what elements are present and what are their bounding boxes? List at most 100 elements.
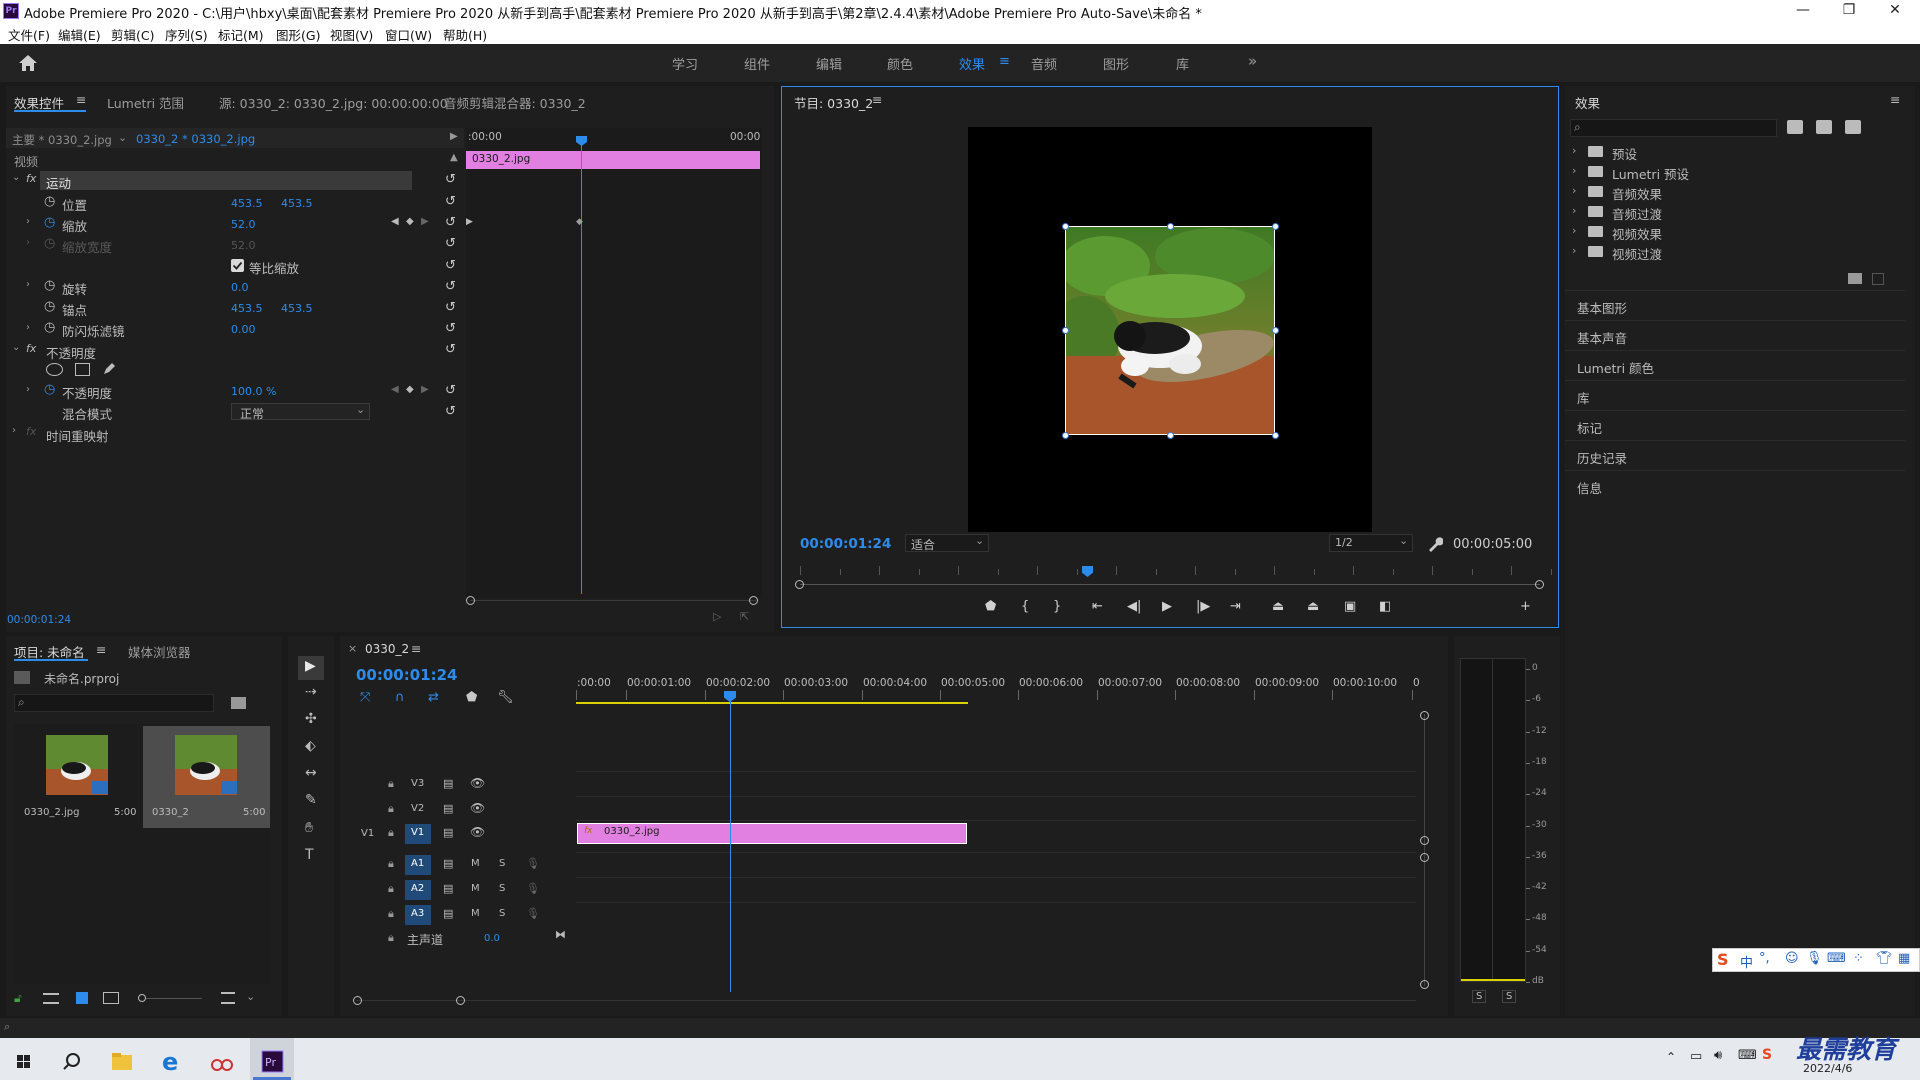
export-frame-icon[interactable]: ▣ (1344, 599, 1356, 614)
razor-tool-icon[interactable]: ⬖ (298, 736, 324, 760)
flicker-expand-icon[interactable]: › (26, 322, 30, 333)
reset-parameter-icon[interactable]: ↺ (445, 215, 456, 230)
motion-effect-name[interactable]: 运动 (46, 173, 71, 192)
panel-section[interactable]: 信息 (1565, 470, 1905, 499)
reset-parameter-icon[interactable]: ↺ (445, 236, 456, 251)
panel-section[interactable]: 库 (1565, 380, 1905, 409)
file-explorer-icon[interactable] (103, 1045, 141, 1079)
rotation-expand-icon[interactable]: › (26, 279, 30, 290)
new-bin-icon[interactable] (1848, 273, 1862, 284)
eye-icon[interactable]: 👁︎ (470, 825, 485, 839)
menu-view[interactable]: 视图(V) (330, 25, 373, 44)
flicker-value[interactable]: 0.00 (231, 323, 256, 336)
track-lock-icon[interactable]: 🔒︎ (388, 882, 394, 896)
zoom-slider-track[interactable] (146, 998, 202, 999)
add-keyframe-icon[interactable]: ◆ (406, 384, 414, 395)
sync-lock-icon[interactable]: ▤ (443, 857, 453, 870)
panel-section[interactable]: 基本声音 (1565, 320, 1905, 349)
menu-window[interactable]: 窗口(W) (385, 25, 432, 44)
nest-toggle-icon[interactable]: ⤧ (360, 690, 370, 705)
project-item-name[interactable]: 0330_2 (152, 807, 189, 818)
track-target-button[interactable]: V1 (405, 824, 431, 844)
prev-keyframe-icon[interactable]: ◀ (391, 384, 399, 395)
volume-icon[interactable]: 🔊︎ (1714, 1048, 1722, 1063)
tab-menu-icon[interactable]: ≡ (872, 92, 882, 107)
menu-marker[interactable]: 标记(M) (218, 25, 264, 44)
list-view-icon[interactable] (43, 993, 59, 1004)
scroll-handle[interactable] (1420, 853, 1429, 862)
transform-handle[interactable] (1062, 223, 1069, 230)
transform-handle[interactable] (1167, 432, 1174, 439)
transform-handle[interactable] (1167, 223, 1174, 230)
keyframe-diamond-icon[interactable]: ◆ (576, 217, 583, 227)
reset-parameter-icon[interactable]: ↺ (445, 300, 456, 315)
chevron-down-icon[interactable]: ⌄ (118, 131, 127, 144)
freeform-view-icon[interactable] (103, 992, 119, 1004)
close-button[interactable]: ✕ (1872, 0, 1918, 22)
reset-parameter-icon[interactable]: ↺ (445, 194, 456, 209)
panel-section[interactable]: 标记 (1565, 410, 1905, 439)
filter-icon[interactable]: ▷ (713, 610, 721, 623)
track-lock-icon[interactable]: 🔒︎ (388, 907, 394, 921)
program-scrub-track[interactable] (800, 584, 1540, 585)
go-to-out-icon[interactable]: ⇥ (1230, 599, 1241, 614)
add-marker-icon[interactable]: ⬟ (466, 690, 477, 705)
position-x-value[interactable]: 453.5 (231, 197, 263, 210)
fx-badge-icon[interactable]: fx (26, 342, 36, 355)
punctuation-icon[interactable]: °, (1759, 951, 1770, 966)
go-to-in-icon[interactable]: ⇤ (1092, 599, 1103, 614)
workspace-graphics[interactable]: 图形 (1103, 54, 1129, 73)
transform-bounding-box[interactable] (1065, 226, 1275, 435)
eye-icon[interactable]: 👁︎ (470, 776, 485, 790)
scale-value[interactable]: 52.0 (231, 218, 256, 231)
grid-icon[interactable]: ▦ (1898, 951, 1910, 966)
track-target-button[interactable]: A1 (405, 855, 431, 875)
scroll-handle[interactable] (1420, 711, 1429, 720)
add-marker-icon[interactable]: ⬟ (985, 599, 996, 614)
ime-tray-icon[interactable]: ⌨ (1738, 1048, 1757, 1063)
comparison-view-icon[interactable]: ◧ (1379, 599, 1391, 614)
icon-view-icon[interactable] (76, 992, 88, 1004)
premiere-pro-taskbar-icon[interactable]: Pr (253, 1045, 291, 1079)
project-search-input[interactable]: ⌕ (14, 694, 214, 712)
panel-section[interactable]: Lumetri 颜色 (1565, 350, 1905, 379)
transform-handle[interactable] (1272, 327, 1279, 334)
track-lock-icon[interactable]: 🔒︎ (388, 857, 394, 871)
sync-lock-icon[interactable]: ▤ (443, 907, 453, 920)
restore-button[interactable]: ❐ (1826, 0, 1872, 22)
microphone-icon[interactable]: 🎙︎ (1806, 951, 1823, 966)
anchor-y-value[interactable]: 453.5 (281, 302, 313, 315)
panel-section[interactable]: 基本图形 (1565, 290, 1905, 319)
opacity-value[interactable]: 100.0 % (231, 385, 276, 398)
keyboard-icon[interactable]: ⌨ (1827, 951, 1846, 966)
ec-zoom-handle-right[interactable] (749, 596, 758, 605)
add-keyframe-icon[interactable]: ◆ (406, 216, 414, 227)
workspace-color[interactable]: 颜色 (887, 54, 913, 73)
sort-icon[interactable] (221, 992, 235, 1004)
transform-handle[interactable] (1062, 432, 1069, 439)
stopwatch-icon[interactable]: ◷ (44, 278, 55, 293)
effects-folder[interactable]: › 音频过渡 (1572, 204, 1902, 223)
workspace-assembly[interactable]: 组件 (744, 54, 770, 73)
chevron-down-icon[interactable]: ⌄ (246, 990, 255, 1003)
tab-menu-icon[interactable]: ≡ (76, 92, 86, 107)
step-forward-icon[interactable]: |▶ (1196, 599, 1210, 614)
go-to-next-edit-icon[interactable]: ⧓ (555, 928, 566, 941)
motion-toggle-icon[interactable]: ⌄ (12, 172, 20, 183)
selection-tool-icon[interactable]: ▶ (298, 656, 324, 680)
master-clip-label[interactable]: 主要 * 0330_2.jpg (12, 132, 112, 148)
hscroll-handle-right[interactable] (456, 996, 465, 1005)
solo-left-button[interactable]: S (1472, 990, 1487, 1003)
mute-button[interactable]: M (471, 883, 480, 894)
effects-folder[interactable]: › Lumetri 预设 (1572, 164, 1902, 183)
reset-parameter-icon[interactable]: ↺ (445, 172, 456, 187)
microphone-icon[interactable]: 🎙︎ (526, 907, 540, 920)
track-lock-icon[interactable]: 🔒︎ (388, 777, 394, 791)
sync-lock-icon[interactable]: ▤ (443, 777, 453, 790)
hscroll-handle-left[interactable] (353, 996, 362, 1005)
opacity-group-name[interactable]: 不透明度 (46, 343, 96, 362)
mark-out-icon[interactable]: } (1053, 599, 1061, 614)
mark-in-icon[interactable]: { (1021, 599, 1029, 614)
ec-timecode[interactable]: 00:00:01:24 (7, 614, 71, 626)
ime-more-icon[interactable]: ⁘ (1853, 951, 1864, 966)
